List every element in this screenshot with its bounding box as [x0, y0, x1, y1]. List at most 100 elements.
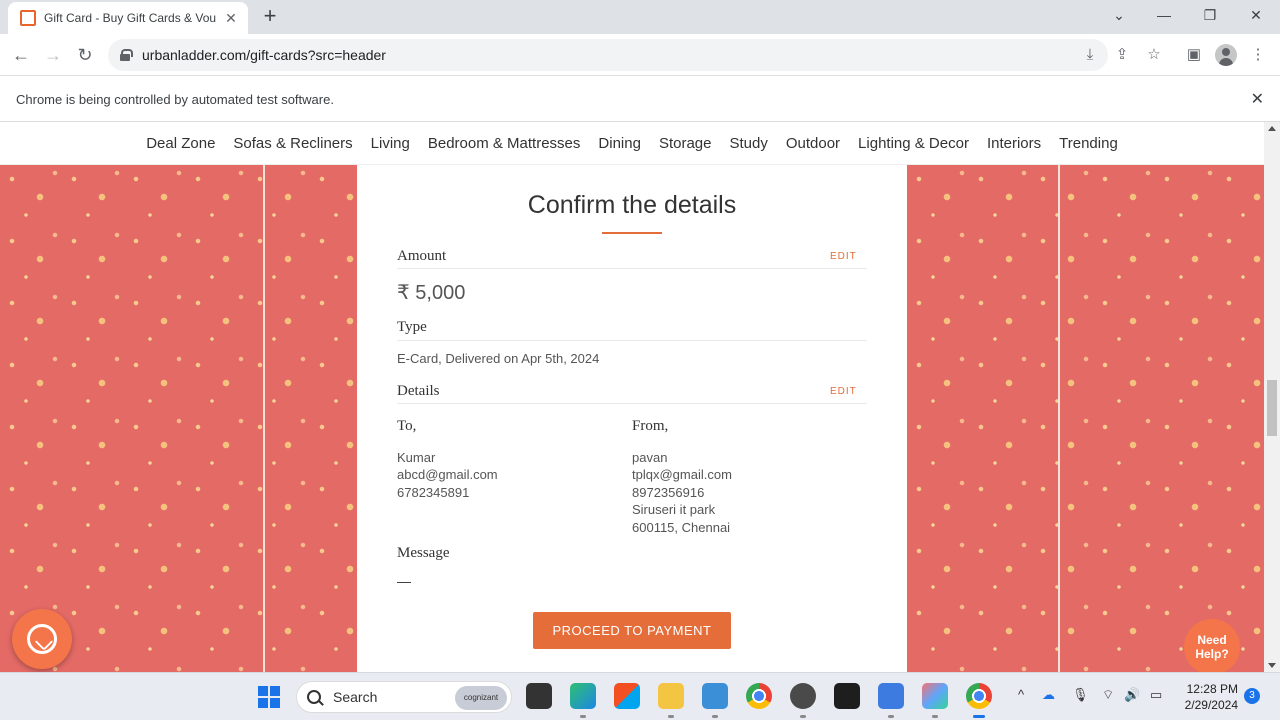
- taskbar-search-box[interactable]: Search cognizant: [296, 681, 512, 713]
- battery-icon[interactable]: ▭: [1150, 687, 1162, 703]
- share-icon[interactable]: ⇪: [1111, 44, 1133, 66]
- to-email: abcd@gmail.com: [397, 467, 498, 482]
- to-label: To,: [397, 418, 417, 434]
- chrome-icon[interactable]: [746, 683, 772, 709]
- app-diamond-icon[interactable]: [922, 683, 948, 718]
- page-scrollbar[interactable]: [1264, 122, 1280, 672]
- nav-item-lighting-decor[interactable]: Lighting & Decor: [849, 135, 978, 152]
- amount-value: ₹ 5,000: [397, 282, 466, 304]
- page-title: Confirm the details: [527, 191, 737, 219]
- nav-item-trending[interactable]: Trending: [1050, 135, 1127, 152]
- microphone-icon[interactable]: 🎙: [1072, 687, 1089, 703]
- browser-toolbar: ← → ↻ urbanladder.com/gift-cards?src=hea…: [0, 34, 1280, 76]
- proceed-to-payment-button[interactable]: PROCEED TO PAYMENT: [533, 612, 731, 649]
- lock-icon[interactable]: [120, 49, 133, 61]
- side-panel-icon[interactable]: ▣: [1183, 44, 1205, 66]
- to-phone: 6782345891: [397, 485, 470, 500]
- edge-browser-icon[interactable]: [570, 683, 596, 718]
- from-phone: 8972356916: [632, 485, 705, 500]
- page-viewport: Deal Zone Sofas & Recliners Living Bedro…: [0, 122, 1264, 672]
- browser-tab[interactable]: Gift Card - Buy Gift Cards & Vou ✕: [8, 2, 248, 34]
- close-tab-icon[interactable]: ✕: [222, 10, 240, 27]
- nav-item-dining[interactable]: Dining: [589, 135, 650, 152]
- details-label: Details: [397, 383, 440, 399]
- divider: [397, 268, 867, 269]
- from-city: 600115, Chennai: [632, 520, 731, 535]
- tab-search-icon[interactable]: ⌄: [1096, 0, 1142, 30]
- notepad-icon[interactable]: [878, 683, 904, 718]
- to-name: Kumar: [397, 450, 436, 465]
- nav-item-bedroom-mattresses[interactable]: Bedroom & Mattresses: [419, 135, 590, 152]
- onedrive-icon[interactable]: ☁: [1042, 687, 1055, 703]
- search-placeholder: Search: [333, 689, 378, 705]
- pattern-divider: [1058, 165, 1060, 672]
- scroll-down-arrow-icon[interactable]: [1268, 663, 1276, 668]
- volume-icon[interactable]: 🔊: [1124, 687, 1140, 703]
- whatsapp-icon: [27, 624, 57, 654]
- infobar-close-icon[interactable]: ✕: [1251, 89, 1264, 109]
- new-tab-button[interactable]: +: [258, 4, 282, 28]
- restore-button[interactable]: ❐: [1187, 0, 1233, 30]
- nav-item-sofas-recliners[interactable]: Sofas & Recliners: [224, 135, 361, 152]
- nav-item-living[interactable]: Living: [362, 135, 419, 152]
- windows-taskbar: Search cognizant ^ ☁ 🎙 ⌔ 🔊 ▭ 12:28 PM 2/…: [0, 672, 1280, 720]
- whatsapp-chat-button[interactable]: [12, 609, 72, 669]
- terminal-icon[interactable]: [834, 683, 860, 709]
- close-window-button[interactable]: ✕: [1233, 0, 1279, 30]
- nav-item-study[interactable]: Study: [720, 135, 776, 152]
- amount-label: Amount: [397, 248, 447, 264]
- profile-avatar-icon[interactable]: [1215, 44, 1237, 66]
- notification-count-badge[interactable]: 3: [1244, 688, 1260, 704]
- clock-date: 2/29/2024: [1184, 698, 1238, 712]
- category-nav: Deal Zone Sofas & Recliners Living Bedro…: [0, 122, 1264, 165]
- system-clock[interactable]: 12:28 PM 2/29/2024: [1180, 681, 1238, 713]
- nav-item-storage[interactable]: Storage: [650, 135, 721, 152]
- back-arrow-icon[interactable]: ←: [8, 42, 34, 68]
- pattern-divider: [263, 165, 265, 672]
- search-highlight-badge: cognizant: [455, 686, 507, 710]
- remote-desktop-icon[interactable]: [702, 683, 728, 718]
- install-app-icon[interactable]: ⤓: [1079, 44, 1101, 66]
- message-label: Message: [397, 545, 450, 561]
- type-label: Type: [397, 319, 427, 335]
- clock-time: 12:28 PM: [1186, 682, 1238, 696]
- birthday-pattern-right: [907, 165, 1264, 672]
- tab-title: Gift Card - Buy Gift Cards & Vou: [44, 11, 217, 25]
- birthday-pattern-left: [0, 165, 357, 672]
- wifi-icon[interactable]: ⌔: [1102, 687, 1114, 703]
- nav-item-deal-zone[interactable]: Deal Zone: [137, 135, 224, 152]
- infobar-message: Chrome is being controlled by automated …: [16, 92, 334, 107]
- microsoft-store-icon[interactable]: [614, 683, 640, 709]
- nav-item-interiors[interactable]: Interiors: [978, 135, 1050, 152]
- divider: [397, 340, 867, 341]
- bookmark-star-icon[interactable]: ☆: [1143, 44, 1165, 66]
- scrollbar-thumb[interactable]: [1267, 380, 1277, 436]
- address-url[interactable]: urbanladder.com/gift-cards?src=header: [142, 47, 386, 63]
- need-help-button[interactable]: Need Help?: [1184, 619, 1240, 672]
- scroll-up-arrow-icon[interactable]: [1268, 126, 1276, 131]
- urbanladder-favicon-icon: [20, 10, 36, 26]
- file-explorer-icon[interactable]: [658, 683, 684, 718]
- amount-edit-link[interactable]: EDIT: [830, 251, 857, 262]
- from-email: tplqx@gmail.com: [632, 467, 732, 482]
- minimize-button[interactable]: —: [1141, 0, 1187, 30]
- show-hidden-icons-icon[interactable]: ^: [1018, 687, 1024, 702]
- forward-arrow-icon[interactable]: →: [40, 42, 66, 68]
- automation-infobar: Chrome is being controlled by automated …: [0, 77, 1280, 122]
- type-value: E-Card, Delivered on Apr 5th, 2024: [397, 351, 600, 366]
- details-edit-link[interactable]: EDIT: [830, 386, 857, 397]
- from-address-line: Siruseri it park: [632, 502, 716, 517]
- from-label: From,: [632, 418, 669, 434]
- confirm-details-card: Confirm the details Amount EDIT ₹ 5,000 …: [357, 165, 907, 672]
- nav-item-outdoor[interactable]: Outdoor: [777, 135, 849, 152]
- tab-strip: Gift Card - Buy Gift Cards & Vou ✕ + ⌄ —…: [0, 0, 1280, 34]
- reload-icon[interactable]: ↻: [72, 42, 98, 68]
- task-view-icon[interactable]: [526, 683, 552, 709]
- windows-start-icon[interactable]: [258, 686, 280, 708]
- title-underline: [602, 232, 662, 234]
- chrome-active-icon[interactable]: [966, 683, 992, 718]
- app-gear-icon[interactable]: [790, 683, 816, 718]
- more-menu-icon[interactable]: ⋮: [1247, 44, 1269, 66]
- search-icon: [307, 690, 321, 704]
- address-bar[interactable]: urbanladder.com/gift-cards?src=header: [108, 39, 1108, 71]
